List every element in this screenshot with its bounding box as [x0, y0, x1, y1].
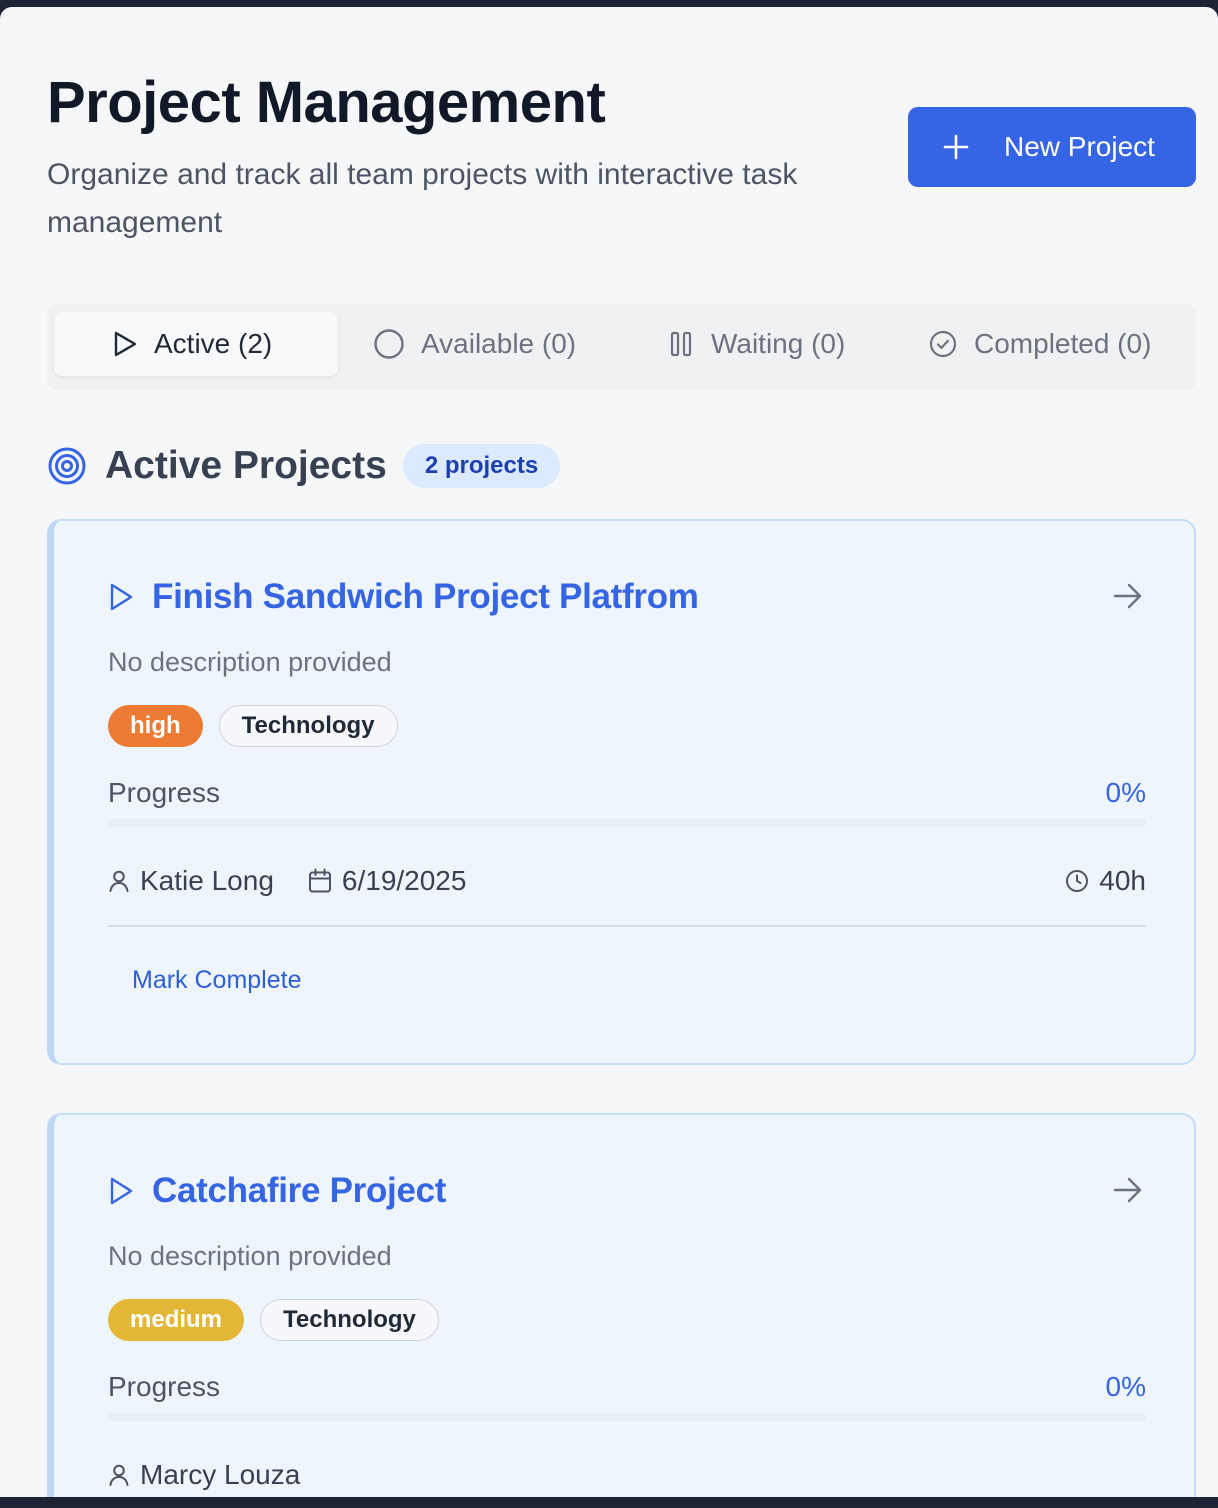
project-description: No description provided: [108, 1241, 392, 1271]
project-card[interactable]: Catchafire Project No description provid…: [47, 1113, 1196, 1497]
progress-bar: [108, 1413, 1146, 1421]
progress-value: 0%: [1105, 1371, 1146, 1402]
section-title: Active Projects: [105, 444, 387, 487]
project-count-badge: 2 projects: [402, 444, 561, 488]
page-title: Project Management: [47, 70, 606, 135]
project-description: No description provided: [108, 647, 392, 677]
progress-bar: [108, 819, 1146, 827]
card-title-row: Finish Sandwich Project Platfrom: [108, 577, 699, 617]
pause-icon: [669, 330, 695, 358]
category-badge: Technology: [218, 705, 398, 747]
due-date: 6/19/2025: [308, 865, 467, 897]
project-card[interactable]: Finish Sandwich Project Platfrom No desc…: [47, 519, 1196, 1065]
mark-complete-button[interactable]: Mark Complete: [108, 951, 326, 1009]
owner-name: Marcy Louza: [140, 1459, 301, 1490]
tab-completed[interactable]: Completed (0): [928, 312, 1151, 376]
project-meta: Marcy Louza: [108, 1459, 334, 1491]
page-subtitle: Organize and track all team projects wit…: [47, 158, 798, 239]
owner: Katie Long: [108, 865, 274, 897]
user-icon: [108, 869, 130, 893]
tab-label: Active (2): [154, 328, 273, 359]
tab-label: Available (0): [421, 328, 577, 359]
project-tags: high Technology: [108, 705, 398, 747]
card-title-row: Catchafire Project: [108, 1171, 446, 1211]
play-icon: [108, 582, 134, 612]
tab-available[interactable]: Available (0): [373, 312, 576, 376]
clock-icon: [1065, 869, 1089, 893]
play-icon: [108, 1176, 134, 1206]
project-meta: Katie Long 6/19/2025: [108, 865, 500, 897]
calendar-icon: [308, 868, 332, 894]
play-icon: [112, 330, 138, 358]
app-window: Project Management Organize and track al…: [0, 7, 1218, 1497]
progress-label: Progress: [108, 1371, 221, 1402]
progress-value: 0%: [1105, 777, 1146, 808]
tab-label: Completed (0): [974, 328, 1152, 359]
arrow-right-icon[interactable]: [1112, 581, 1144, 616]
check-circle-icon: [928, 329, 958, 359]
new-project-button[interactable]: New Project: [908, 107, 1196, 187]
arrow-right-icon[interactable]: [1112, 1175, 1144, 1210]
circle-icon: [373, 328, 405, 360]
due-date-value: 6/19/2025: [341, 865, 467, 896]
tab-active[interactable]: Active (2): [54, 312, 338, 376]
new-project-label: New Project: [1004, 131, 1155, 162]
tab-waiting[interactable]: Waiting (0): [669, 312, 845, 376]
user-icon: [108, 1463, 130, 1487]
owner: Marcy Louza: [108, 1459, 300, 1491]
section-header: Active Projects 2 projects: [47, 443, 561, 489]
owner-name: Katie Long: [140, 865, 274, 896]
project-title[interactable]: Catchafire Project: [152, 1171, 446, 1211]
tab-label: Waiting (0): [711, 328, 846, 359]
progress-label: Progress: [108, 777, 221, 808]
category-badge: Technology: [260, 1299, 439, 1341]
target-icon: [47, 446, 87, 486]
hours-value: 40h: [1099, 865, 1146, 896]
plus-icon: [908, 107, 1004, 187]
priority-badge: high: [108, 705, 203, 747]
project-tags: medium Technology: [108, 1299, 439, 1341]
status-tabs: Active (2) Available (0) Waiting (0) Com…: [47, 304, 1196, 390]
estimated-hours: 40h: [1065, 865, 1146, 897]
card-divider: [108, 925, 1146, 927]
priority-badge: medium: [108, 1299, 245, 1341]
project-title[interactable]: Finish Sandwich Project Platfrom: [152, 577, 699, 617]
